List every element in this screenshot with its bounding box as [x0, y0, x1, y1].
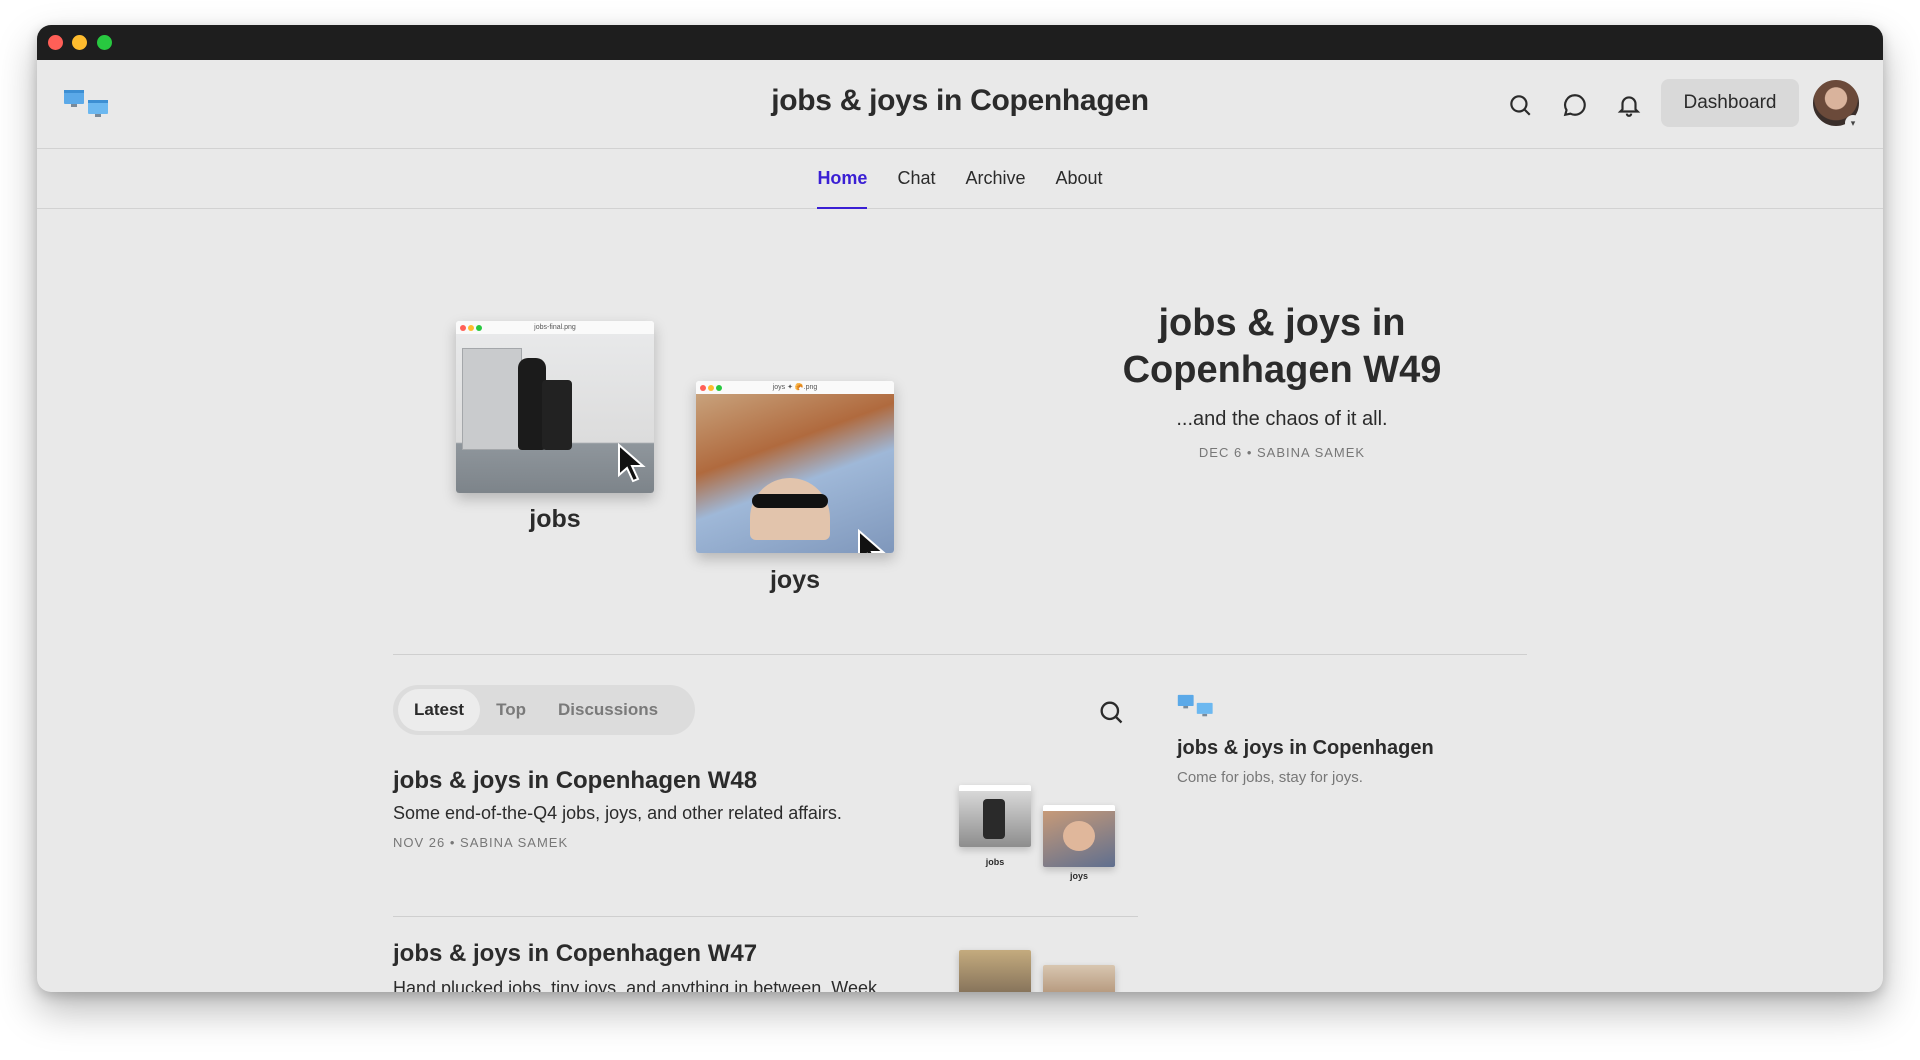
maximize-window-button[interactable]: [97, 35, 112, 50]
tab-discussions[interactable]: Discussions: [542, 689, 674, 731]
tab-home[interactable]: Home: [817, 168, 868, 209]
dashboard-button[interactable]: Dashboard: [1661, 79, 1799, 127]
site-header: jobs & joys in Copenhagen Dashboard ▾: [37, 60, 1883, 149]
section-divider: [393, 654, 1527, 655]
hero-image-jobs[interactable]: jobs-final.png: [456, 321, 654, 493]
post-thumb-label: jobs: [985, 857, 1005, 867]
chevron-down-icon[interactable]: ▾: [1845, 115, 1861, 131]
browser-window: jobs & joys in Copenhagen Dashboard ▾ Ho…: [37, 25, 1883, 992]
thumb-titlebar: jobs-final.png: [456, 321, 654, 334]
thumb-window-title: joys ✦ 🥐.png: [772, 384, 818, 391]
thumb-titlebar: joys ✦ 🥐.png: [696, 381, 894, 394]
close-window-button[interactable]: [48, 35, 63, 50]
post-thumb-label: joys: [1069, 871, 1088, 881]
post-divider: [393, 916, 1138, 917]
main-nav: Home Chat Archive About: [37, 149, 1883, 209]
tab-archive[interactable]: Archive: [965, 168, 1025, 209]
site-title[interactable]: jobs & joys in Copenhagen: [37, 84, 1883, 118]
posts-search-icon[interactable]: [1097, 698, 1125, 726]
hero-image-joys[interactable]: joys ✦ 🥐.png: [696, 381, 894, 553]
post-thumb[interactable]: [1043, 965, 1115, 992]
post-title[interactable]: jobs & joys in Copenhagen W48: [393, 767, 757, 795]
post-subtitle: Hand plucked jobs, tiny joys, and anythi…: [393, 978, 877, 992]
window-titlebar: [37, 25, 1883, 60]
hero-meta: DEC 6 • SABINA SAMEK: [1198, 445, 1366, 460]
minimize-window-button[interactable]: [72, 35, 87, 50]
hero-title[interactable]: jobs & joys in Copenhagen W49: [1042, 300, 1522, 394]
thumb-window-title: jobs-final.png: [534, 324, 576, 331]
hero-text: jobs & joys in Copenhagen W49 ...and the…: [1042, 300, 1522, 460]
posts-filter-tabs: Latest Top Discussions: [393, 685, 695, 735]
post-thumb-joys[interactable]: [1043, 805, 1115, 867]
publication-logo-icon: [1177, 694, 1213, 717]
post-meta: NOV 26 • SABINA SAMEK: [393, 835, 569, 850]
cursor-icon: [618, 443, 646, 483]
hero-image-joys-label: joys: [769, 566, 821, 594]
publication-tagline: Come for jobs, stay for joys.: [1177, 769, 1363, 786]
post-title[interactable]: jobs & joys in Copenhagen W47: [393, 940, 757, 968]
tab-about[interactable]: About: [1056, 168, 1103, 209]
tab-top[interactable]: Top: [480, 689, 542, 731]
post-thumb-jobs[interactable]: [959, 785, 1031, 847]
cursor-icon: [858, 529, 886, 553]
post-thumb[interactable]: [959, 950, 1031, 992]
chat-bubble-icon[interactable]: [1560, 90, 1590, 120]
publication-name[interactable]: jobs & joys in Copenhagen: [1177, 737, 1434, 760]
tab-chat[interactable]: Chat: [897, 168, 935, 209]
post-subtitle: Some end-of-the-Q4 jobs, joys, and other…: [393, 803, 842, 823]
featured-post[interactable]: jobs-final.png jobs joys ✦ 🥐.png joys jo…: [37, 210, 1883, 680]
bell-icon[interactable]: [1614, 90, 1644, 120]
hero-image-jobs-label: jobs: [529, 505, 581, 533]
search-icon[interactable]: [1505, 90, 1535, 120]
hero-subtitle: ...and the chaos of it all.: [1176, 408, 1388, 430]
tab-latest[interactable]: Latest: [398, 689, 481, 731]
